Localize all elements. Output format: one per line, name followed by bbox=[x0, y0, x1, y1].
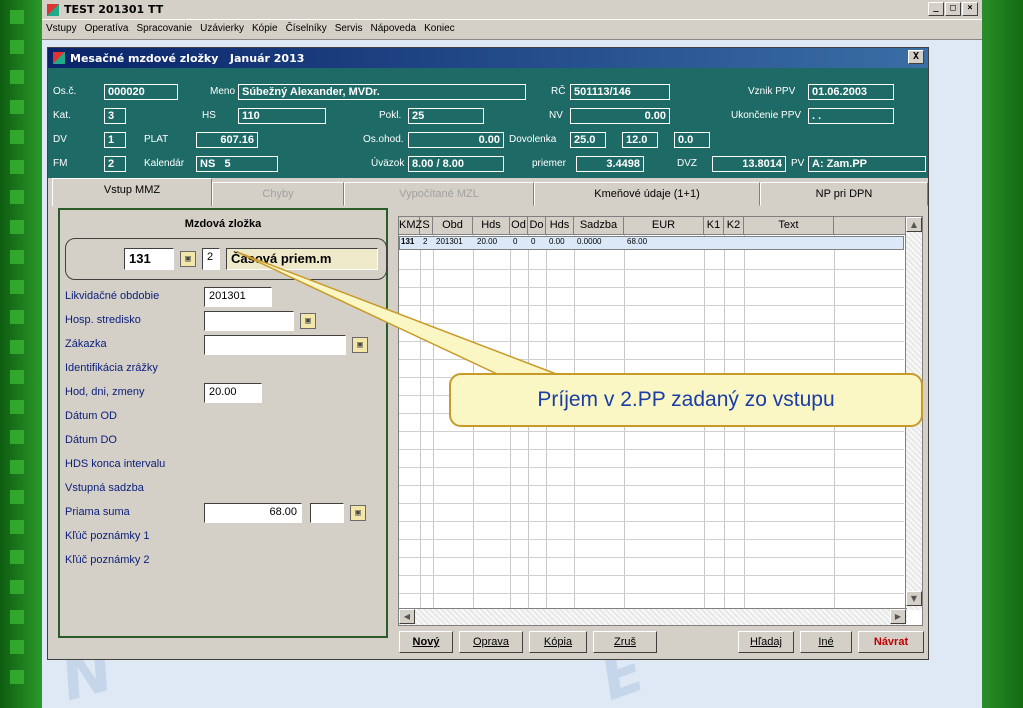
callout-note: Príjem v 2.PP zadaný zo vstupu bbox=[449, 373, 923, 427]
desktop: N N E TEST 201301 TT _ □ × VstupyOperatí… bbox=[42, 0, 982, 708]
tab-vstup-mmz[interactable]: Vstup MMZ bbox=[52, 178, 212, 206]
left-green-strip bbox=[0, 0, 42, 708]
callout-pointer bbox=[236, 251, 573, 381]
right-green-strip bbox=[981, 0, 1023, 708]
